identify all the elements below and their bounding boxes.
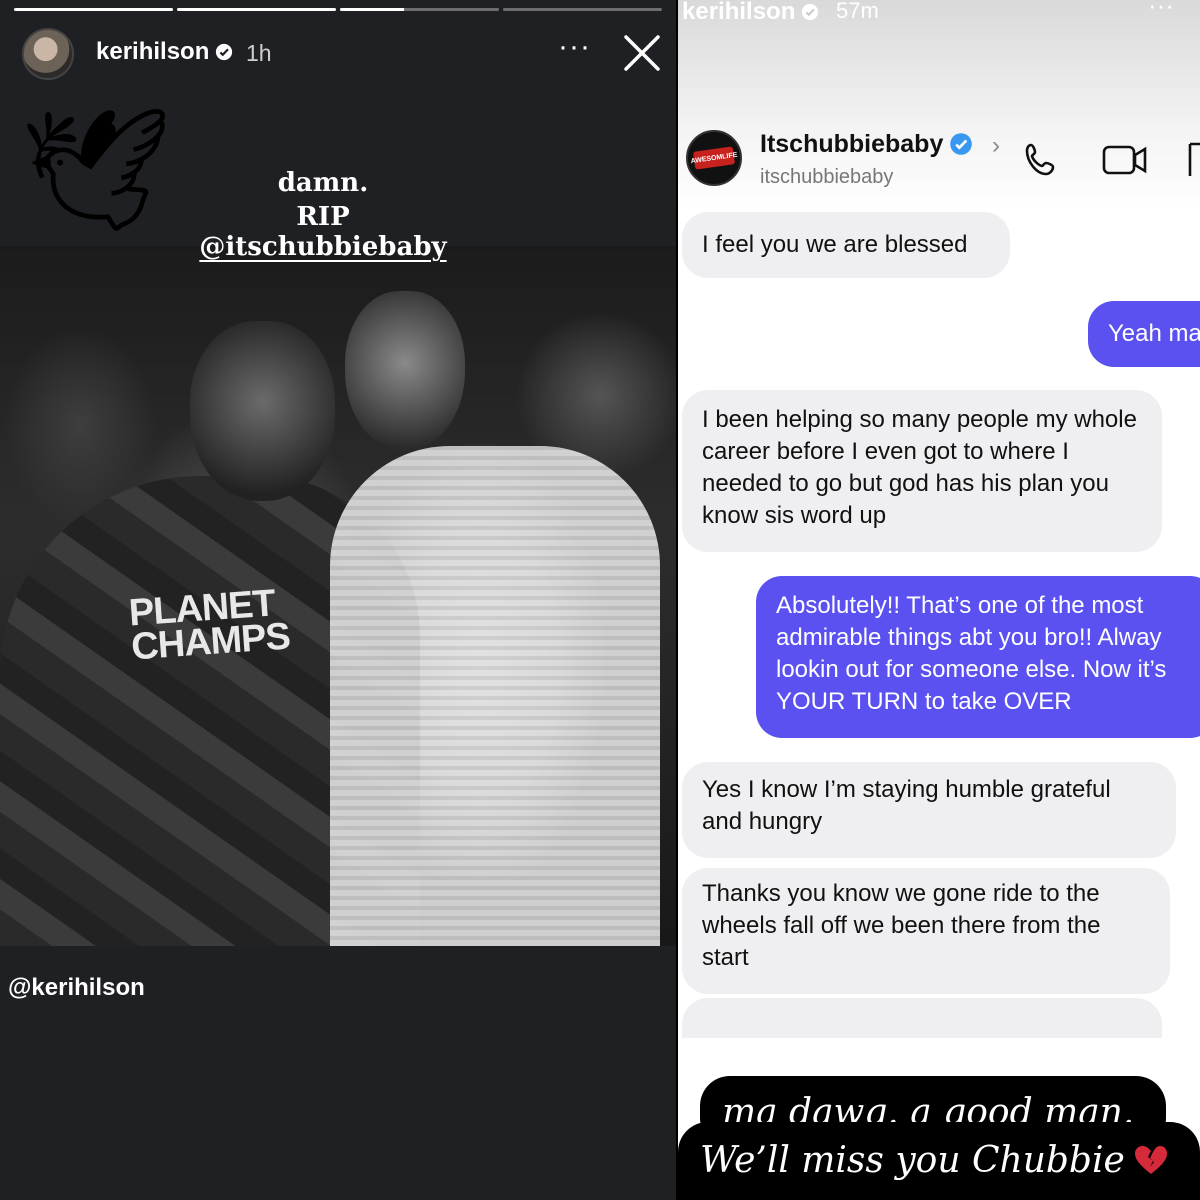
progress-segment: [14, 8, 173, 11]
verified-badge-icon: [950, 133, 973, 155]
right-story-panel: kerihilson 57m ··· AWESOMLIFE Itschubbie…: [678, 0, 1200, 1200]
message-sent: Yeah ma: [1088, 301, 1200, 367]
progress-segment: [177, 8, 336, 11]
story-username[interactable]: kerihilson: [96, 38, 233, 66]
caption-prefix: RIP: [296, 202, 350, 232]
username-text[interactable]: kerihilson: [682, 0, 795, 25]
story-progress-bar: [14, 8, 662, 11]
photo-face-man: [190, 321, 335, 501]
verified-badge-icon: [216, 43, 233, 61]
overlay-text-line-2: We’ll miss you Chubbie: [678, 1122, 1200, 1200]
progress-segment: [340, 8, 499, 11]
shirt-print-text: PLANET CHAMPS: [127, 582, 292, 669]
overlay-line-2-text: We’ll miss you Chubbie: [700, 1140, 1125, 1181]
caption-line-1: damn.: [277, 168, 369, 198]
message-received: Yes I know I’m staying humble grateful a…: [682, 762, 1176, 858]
message-sent: Absolutely!! That’s one of the most admi…: [756, 576, 1200, 738]
avatar-logo: AWESOMLIFE: [690, 146, 738, 170]
video-call-icon[interactable]: [1102, 140, 1148, 180]
dm-contact-name[interactable]: Itschubbiebaby: [760, 130, 973, 159]
message-received: I been helping so many people my whole c…: [682, 390, 1162, 552]
dove-sticker-icon: 🕊: [20, 103, 173, 237]
progress-segment: [503, 8, 662, 11]
story-username[interactable]: kerihilson: [682, 0, 819, 26]
photo-person-woman: [330, 446, 660, 946]
dm-avatar[interactable]: AWESOMLIFE: [686, 130, 742, 186]
caption-line-2: RIP @itschubbiebaby: [170, 202, 476, 262]
broken-heart-icon: [1134, 1146, 1167, 1174]
story-photo: PLANET CHAMPS: [0, 246, 676, 946]
photo-face-woman: [345, 291, 465, 451]
verified-badge-icon: [802, 3, 819, 21]
more-options-icon[interactable]: ···: [558, 30, 591, 64]
story-timestamp: 57m: [836, 0, 879, 23]
message-received-partial: [682, 998, 1162, 1038]
left-story-panel: kerihilson 1h ··· PLANET CHAMPS 🕊 damn. …: [0, 0, 676, 1200]
phone-call-icon[interactable]: [1022, 140, 1062, 180]
flag-icon[interactable]: [1186, 140, 1200, 180]
chevron-right-icon[interactable]: ›: [992, 132, 1000, 160]
story-timestamp: 1h: [246, 40, 272, 66]
caption-mention-link[interactable]: @itschubbiebaby: [199, 232, 446, 262]
close-icon[interactable]: [622, 33, 662, 73]
footer-mention-link[interactable]: @kerihilson: [8, 974, 145, 1002]
dm-contact-handle: itschubbiebaby: [760, 166, 894, 188]
story-caption: damn. RIP @itschubbiebaby: [170, 168, 476, 262]
more-options-icon[interactable]: ···: [1148, 0, 1174, 21]
username-text[interactable]: kerihilson: [96, 38, 209, 65]
message-received: Thanks you know we gone ride to the whee…: [682, 868, 1170, 994]
message-received: I feel you we are blessed: [682, 212, 1010, 278]
avatar[interactable]: [22, 28, 74, 80]
dm-name-text[interactable]: Itschubbiebaby: [760, 130, 943, 158]
